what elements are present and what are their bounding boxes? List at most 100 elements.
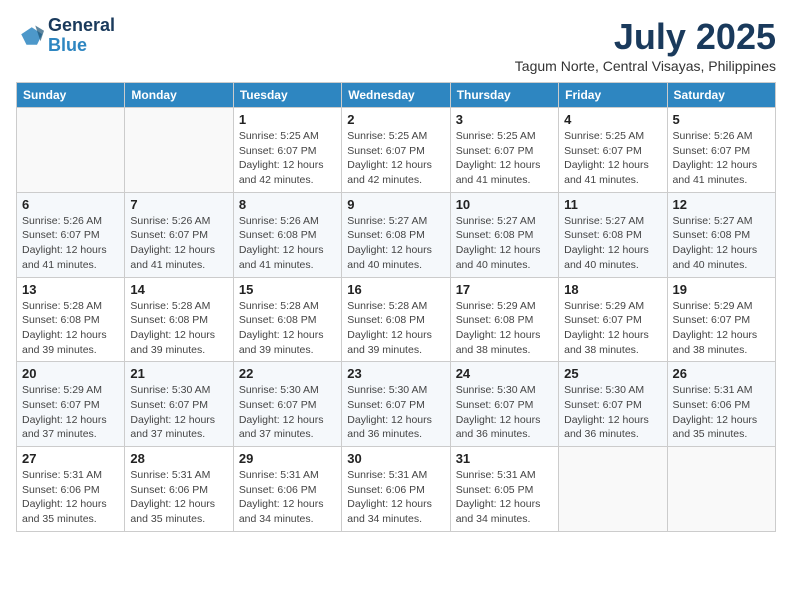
day-number: 4 bbox=[564, 112, 661, 127]
day-info: Sunrise: 5:30 AM Sunset: 6:07 PM Dayligh… bbox=[564, 383, 661, 442]
calendar-cell bbox=[667, 447, 775, 532]
calendar-cell: 13 Sunrise: 5:28 AM Sunset: 6:08 PM Dayli… bbox=[17, 277, 125, 362]
day-info: Sunrise: 5:25 AM Sunset: 6:07 PM Dayligh… bbox=[564, 129, 661, 188]
day-info: Sunrise: 5:28 AM Sunset: 6:08 PM Dayligh… bbox=[347, 299, 444, 358]
day-info: Sunrise: 5:30 AM Sunset: 6:07 PM Dayligh… bbox=[456, 383, 553, 442]
day-info: Sunrise: 5:25 AM Sunset: 6:07 PM Dayligh… bbox=[239, 129, 336, 188]
calendar-cell: 28 Sunrise: 5:31 AM Sunset: 6:06 PM Dayli… bbox=[125, 447, 233, 532]
calendar-cell: 17Sunrise: 5:29 AM Sunset: 6:08 PM Dayli… bbox=[450, 277, 558, 362]
calendar-cell: 18Sunrise: 5:29 AM Sunset: 6:07 PM Dayli… bbox=[559, 277, 667, 362]
calendar-week-3: 13 Sunrise: 5:28 AM Sunset: 6:08 PM Dayli… bbox=[17, 277, 776, 362]
calendar-cell: 2Sunrise: 5:25 AM Sunset: 6:07 PM Daylig… bbox=[342, 108, 450, 193]
day-number: 25 bbox=[564, 366, 661, 381]
day-info: Sunrise: 5:25 AM Sunset: 6:07 PM Dayligh… bbox=[456, 129, 553, 188]
month-title: July 2025 bbox=[515, 16, 776, 58]
day-info: Sunrise: 5:26 AM Sunset: 6:07 PM Dayligh… bbox=[130, 214, 227, 273]
calendar-cell: 23Sunrise: 5:30 AM Sunset: 6:07 PM Dayli… bbox=[342, 362, 450, 447]
calendar-cell: 4 Sunrise: 5:25 AM Sunset: 6:07 PM Daylig… bbox=[559, 108, 667, 193]
day-number: 29 bbox=[239, 451, 336, 466]
day-info: Sunrise: 5:29 AM Sunset: 6:07 PM Dayligh… bbox=[673, 299, 770, 358]
calendar-cell: 15 Sunrise: 5:28 AM Sunset: 6:08 PM Dayli… bbox=[233, 277, 341, 362]
calendar-cell: 12 Sunrise: 5:27 AM Sunset: 6:08 PM Dayli… bbox=[667, 192, 775, 277]
calendar-cell bbox=[17, 108, 125, 193]
calendar-cell: 14 Sunrise: 5:28 AM Sunset: 6:08 PM Dayli… bbox=[125, 277, 233, 362]
day-number: 22 bbox=[239, 366, 336, 381]
calendar-cell: 25 Sunrise: 5:30 AM Sunset: 6:07 PM Dayli… bbox=[559, 362, 667, 447]
day-info: Sunrise: 5:26 AM Sunset: 6:07 PM Dayligh… bbox=[22, 214, 119, 273]
day-number: 8 bbox=[239, 197, 336, 212]
day-number: 10 bbox=[456, 197, 553, 212]
day-number: 14 bbox=[130, 282, 227, 297]
weekday-header-thursday: Thursday bbox=[450, 83, 558, 108]
day-info: Sunrise: 5:31 AM Sunset: 6:06 PM Dayligh… bbox=[130, 468, 227, 527]
day-number: 12 bbox=[673, 197, 770, 212]
calendar-cell: 3 Sunrise: 5:25 AM Sunset: 6:07 PM Daylig… bbox=[450, 108, 558, 193]
weekday-header-wednesday: Wednesday bbox=[342, 83, 450, 108]
calendar-cell bbox=[125, 108, 233, 193]
day-number: 9 bbox=[347, 197, 444, 212]
day-info: Sunrise: 5:30 AM Sunset: 6:07 PM Dayligh… bbox=[130, 383, 227, 442]
weekday-header-row: SundayMondayTuesdayWednesdayThursdayFrid… bbox=[17, 83, 776, 108]
calendar-cell bbox=[559, 447, 667, 532]
day-info: Sunrise: 5:31 AM Sunset: 6:06 PM Dayligh… bbox=[239, 468, 336, 527]
day-number: 15 bbox=[239, 282, 336, 297]
day-number: 28 bbox=[130, 451, 227, 466]
day-number: 17 bbox=[456, 282, 553, 297]
day-number: 24 bbox=[456, 366, 553, 381]
weekday-header-sunday: Sunday bbox=[17, 83, 125, 108]
day-number: 13 bbox=[22, 282, 119, 297]
day-info: Sunrise: 5:30 AM Sunset: 6:07 PM Dayligh… bbox=[239, 383, 336, 442]
calendar-cell: 9 Sunrise: 5:27 AM Sunset: 6:08 PM Daylig… bbox=[342, 192, 450, 277]
day-number: 16 bbox=[347, 282, 444, 297]
day-number: 20 bbox=[22, 366, 119, 381]
calendar-cell: 24 Sunrise: 5:30 AM Sunset: 6:07 PM Dayli… bbox=[450, 362, 558, 447]
day-info: Sunrise: 5:27 AM Sunset: 6:08 PM Dayligh… bbox=[673, 214, 770, 273]
logo: General Blue bbox=[16, 16, 115, 56]
day-info: Sunrise: 5:28 AM Sunset: 6:08 PM Dayligh… bbox=[239, 299, 336, 358]
calendar-cell: 6 Sunrise: 5:26 AM Sunset: 6:07 PM Daylig… bbox=[17, 192, 125, 277]
day-info: Sunrise: 5:27 AM Sunset: 6:08 PM Dayligh… bbox=[347, 214, 444, 273]
day-info: Sunrise: 5:28 AM Sunset: 6:08 PM Dayligh… bbox=[130, 299, 227, 358]
calendar-cell: 20 Sunrise: 5:29 AM Sunset: 6:07 PM Dayli… bbox=[17, 362, 125, 447]
calendar-cell: 16 Sunrise: 5:28 AM Sunset: 6:08 PM Dayli… bbox=[342, 277, 450, 362]
day-number: 19 bbox=[673, 282, 770, 297]
day-number: 30 bbox=[347, 451, 444, 466]
day-number: 1 bbox=[239, 112, 336, 127]
calendar-cell: 26Sunrise: 5:31 AM Sunset: 6:06 PM Dayli… bbox=[667, 362, 775, 447]
calendar-cell: 21Sunrise: 5:30 AM Sunset: 6:07 PM Dayli… bbox=[125, 362, 233, 447]
calendar-cell: 29 Sunrise: 5:31 AM Sunset: 6:06 PM Dayli… bbox=[233, 447, 341, 532]
calendar-cell: 5 Sunrise: 5:26 AM Sunset: 6:07 PM Daylig… bbox=[667, 108, 775, 193]
day-number: 5 bbox=[673, 112, 770, 127]
page-header: General Blue July 2025 Tagum Norte, Cent… bbox=[16, 16, 776, 74]
calendar-week-1: 1 Sunrise: 5:25 AM Sunset: 6:07 PM Daylig… bbox=[17, 108, 776, 193]
calendar-cell: 1 Sunrise: 5:25 AM Sunset: 6:07 PM Daylig… bbox=[233, 108, 341, 193]
day-number: 6 bbox=[22, 197, 119, 212]
day-number: 31 bbox=[456, 451, 553, 466]
calendar-week-2: 6 Sunrise: 5:26 AM Sunset: 6:07 PM Daylig… bbox=[17, 192, 776, 277]
day-info: Sunrise: 5:26 AM Sunset: 6:07 PM Dayligh… bbox=[673, 129, 770, 188]
day-info: Sunrise: 5:27 AM Sunset: 6:08 PM Dayligh… bbox=[456, 214, 553, 273]
day-number: 2 bbox=[347, 112, 444, 127]
calendar-cell: 27 Sunrise: 5:31 AM Sunset: 6:06 PM Dayli… bbox=[17, 447, 125, 532]
day-info: Sunrise: 5:31 AM Sunset: 6:06 PM Dayligh… bbox=[22, 468, 119, 527]
day-number: 27 bbox=[22, 451, 119, 466]
day-info: Sunrise: 5:31 AM Sunset: 6:06 PM Dayligh… bbox=[673, 383, 770, 442]
calendar-cell: 30Sunrise: 5:31 AM Sunset: 6:06 PM Dayli… bbox=[342, 447, 450, 532]
calendar-cell: 11 Sunrise: 5:27 AM Sunset: 6:08 PM Dayli… bbox=[559, 192, 667, 277]
day-info: Sunrise: 5:26 AM Sunset: 6:08 PM Dayligh… bbox=[239, 214, 336, 273]
day-number: 7 bbox=[130, 197, 227, 212]
day-info: Sunrise: 5:29 AM Sunset: 6:07 PM Dayligh… bbox=[564, 299, 661, 358]
calendar-table: SundayMondayTuesdayWednesdayThursdayFrid… bbox=[16, 82, 776, 532]
day-info: Sunrise: 5:30 AM Sunset: 6:07 PM Dayligh… bbox=[347, 383, 444, 442]
calendar-cell: 8 Sunrise: 5:26 AM Sunset: 6:08 PM Daylig… bbox=[233, 192, 341, 277]
day-info: Sunrise: 5:27 AM Sunset: 6:08 PM Dayligh… bbox=[564, 214, 661, 273]
day-number: 3 bbox=[456, 112, 553, 127]
calendar-cell: 7 Sunrise: 5:26 AM Sunset: 6:07 PM Daylig… bbox=[125, 192, 233, 277]
day-info: Sunrise: 5:29 AM Sunset: 6:07 PM Dayligh… bbox=[22, 383, 119, 442]
day-info: Sunrise: 5:28 AM Sunset: 6:08 PM Dayligh… bbox=[22, 299, 119, 358]
calendar-cell: 10 Sunrise: 5:27 AM Sunset: 6:08 PM Dayli… bbox=[450, 192, 558, 277]
title-block: July 2025 Tagum Norte, Central Visayas, … bbox=[515, 16, 776, 74]
calendar-week-4: 20 Sunrise: 5:29 AM Sunset: 6:07 PM Dayli… bbox=[17, 362, 776, 447]
day-number: 11 bbox=[564, 197, 661, 212]
location-title: Tagum Norte, Central Visayas, Philippine… bbox=[515, 58, 776, 74]
